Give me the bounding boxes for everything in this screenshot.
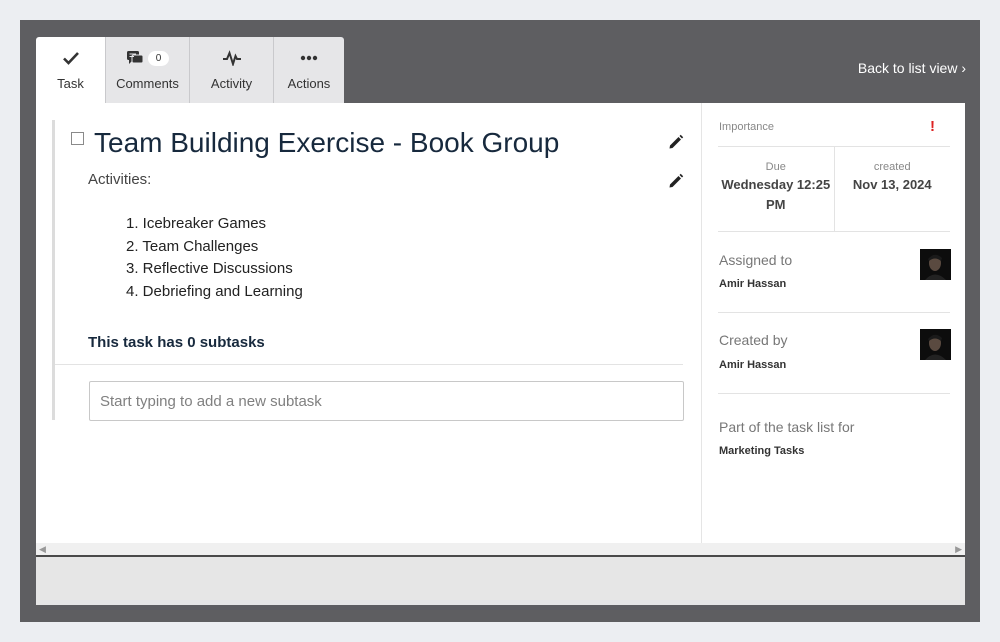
task-panel: Team Building Exercise - Book Group Acti… xyxy=(36,103,965,543)
description-label: Activities: xyxy=(88,171,152,188)
created-date-cell: created Nov 13, 2024 xyxy=(833,147,951,231)
edit-description-pencil-icon[interactable] xyxy=(668,173,684,194)
divider xyxy=(718,231,950,232)
scroll-left-arrow-icon[interactable]: ◀ xyxy=(39,544,46,555)
created-label: created xyxy=(873,161,911,173)
task-accent-bar xyxy=(52,120,55,420)
created-value: Nov 13, 2024 xyxy=(852,177,932,192)
comments-icon xyxy=(126,50,144,66)
tab-activity[interactable]: Activity xyxy=(190,37,274,103)
task-complete-checkbox[interactable] xyxy=(71,132,84,145)
creator-avatar[interactable] xyxy=(920,329,951,360)
task-list-label: Part of the task list for xyxy=(719,419,855,435)
assignee-name: Amir Hassan xyxy=(719,278,787,290)
activity-item: 1. Icebreaker Games xyxy=(126,215,267,232)
comments-count-badge: 0 xyxy=(147,50,170,66)
edit-title-pencil-icon[interactable] xyxy=(668,134,684,155)
tab-actions[interactable]: Actions xyxy=(274,37,344,103)
assignee-avatar[interactable] xyxy=(920,249,951,280)
new-subtask-input[interactable] xyxy=(89,381,684,421)
divider xyxy=(55,364,683,365)
tab-comments[interactable]: 0 Comments xyxy=(106,37,190,103)
due-date-cell[interactable]: Due Wednesday 12:25 PM xyxy=(718,147,834,231)
footer-area xyxy=(36,557,965,605)
task-title: Team Building Exercise - Book Group xyxy=(94,127,560,158)
task-sidebar: Importance ! Due Wednesday 12:25 PM crea… xyxy=(701,103,965,543)
activity-icon xyxy=(222,49,242,67)
created-by-label: Created by xyxy=(719,332,788,348)
tab-actions-label: Actions xyxy=(287,76,331,91)
importance-label: Importance xyxy=(719,121,775,133)
divider xyxy=(718,393,950,394)
activity-item: 2. Team Challenges xyxy=(126,237,259,255)
tab-task-label: Task xyxy=(57,76,84,91)
due-value: Wednesday 12:25 PM xyxy=(721,177,831,212)
importance-flag-icon[interactable]: ! xyxy=(930,118,935,135)
assigned-to-label: Assigned to xyxy=(719,252,793,268)
task-detail-frame: Task 0 Comments Activity Actions Back to… xyxy=(20,20,980,622)
horizontal-scrollbar[interactable]: ◀ ▶ xyxy=(36,543,965,557)
tab-task[interactable]: Task xyxy=(36,37,106,103)
check-icon xyxy=(62,49,80,67)
more-icon xyxy=(299,49,319,67)
creator-name: Amir Hassan xyxy=(719,359,787,371)
divider xyxy=(718,312,950,313)
task-main: Team Building Exercise - Book Group Acti… xyxy=(36,103,701,543)
tab-activity-label: Activity xyxy=(210,76,253,91)
dates-row: Due Wednesday 12:25 PM created Nov 13, 2… xyxy=(718,147,950,231)
subtask-count: This task has 0 subtasks xyxy=(88,334,265,351)
tab-comments-label: Comments xyxy=(116,76,179,91)
activity-item: 4. Debriefing and Learning xyxy=(126,283,303,301)
due-label: Due xyxy=(765,161,786,173)
task-list-name[interactable]: Marketing Tasks xyxy=(719,445,804,457)
activity-item: 3. Reflective Discussions xyxy=(126,260,293,278)
back-to-list-link[interactable]: Back to list view › xyxy=(858,60,966,76)
tab-bar: Task 0 Comments Activity Actions xyxy=(36,37,344,103)
activities-list: 1. Icebreaker Games 2. Team Challenges 3… xyxy=(126,213,303,304)
scroll-right-arrow-icon[interactable]: ▶ xyxy=(955,544,962,555)
